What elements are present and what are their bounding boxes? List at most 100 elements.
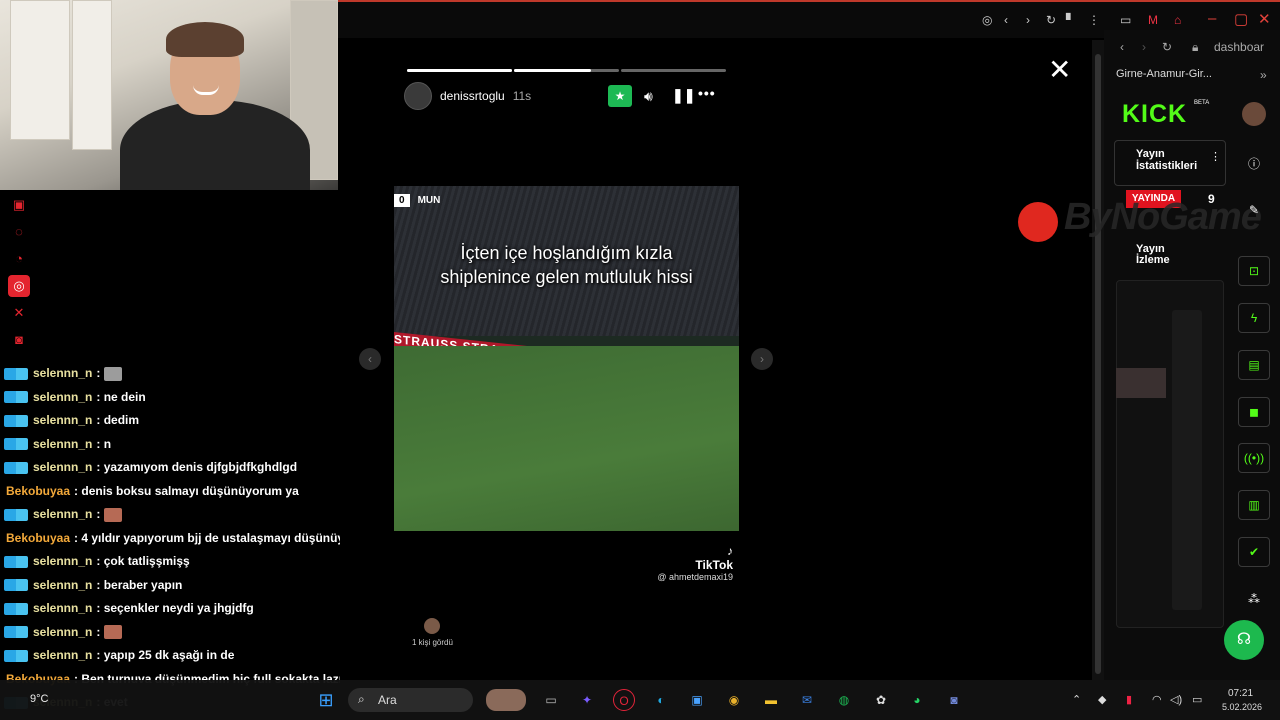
twitch-icon[interactable]: ▣ <box>8 194 30 216</box>
chevron-up-icon[interactable]: ⌃ <box>1072 693 1081 706</box>
chat-message: selennn_n: <box>0 503 340 527</box>
chat-username[interactable]: selennn_n <box>33 386 92 409</box>
mail-icon[interactable]: ✉ <box>796 689 818 711</box>
kick-beta: BETA <box>1194 100 1210 106</box>
back-icon[interactable]: ‹ <box>1120 40 1124 54</box>
subscriber-badge-icon <box>4 367 28 380</box>
info-icon[interactable]: ⓘ <box>1244 150 1264 180</box>
battery-icon[interactable]: ▭ <box>1192 693 1202 706</box>
chat-username[interactable]: selennn_n <box>33 621 92 644</box>
score-value: 0 <box>394 194 410 207</box>
story-prev-button[interactable]: ‹ <box>359 348 381 370</box>
story-next-button[interactable]: › <box>751 348 773 370</box>
edge-icon[interactable]: ◐ <box>650 689 672 711</box>
search-icon: ⌕ <box>358 692 365 706</box>
lightning-icon[interactable]: ϟ <box>1238 303 1270 333</box>
minimize-icon[interactable]: – <box>1208 10 1216 27</box>
chrome-icon[interactable]: ◉ <box>723 689 745 711</box>
pin-icon[interactable]: ▘ <box>1066 13 1075 27</box>
star-icon[interactable]: ★ <box>608 85 632 107</box>
seen-by[interactable]: 1 kişi gördü <box>412 618 453 647</box>
clock-date[interactable]: 5.02.2026 <box>1222 702 1262 712</box>
close-icon[interactable]: ✕ <box>1048 56 1071 84</box>
chat-username[interactable]: Bekobuyaa <box>6 527 70 550</box>
screenshot-icon[interactable]: ⊡ <box>1238 256 1270 286</box>
pause-icon[interactable]: ❚❚ <box>672 87 695 104</box>
spotify-icon[interactable]: ◍ <box>833 689 855 711</box>
volume-icon[interactable]: ◁) <box>1170 693 1182 706</box>
reload-icon[interactable]: ↻ <box>1162 40 1172 54</box>
messenger-icon[interactable]: ◌ <box>8 221 30 243</box>
discord-icon[interactable]: ◙ <box>943 689 965 711</box>
chatgpt-icon[interactable]: ✿ <box>870 689 892 711</box>
whatsapp-icon[interactable]: ◕ <box>906 689 928 711</box>
task-view-icon[interactable]: ▭ <box>540 689 562 711</box>
wifi-icon[interactable]: ◠ <box>1152 693 1162 706</box>
avatar[interactable] <box>1242 102 1266 126</box>
more-options-icon[interactable]: ••• <box>698 85 716 101</box>
stream-thumbnail[interactable] <box>1116 368 1166 398</box>
volume-icon[interactable]: 🔊︎ <box>644 88 653 105</box>
store-icon[interactable]: ▣ <box>686 689 708 711</box>
weather[interactable]: 9°C <box>30 693 48 705</box>
overflow-icon[interactable]: » <box>1260 68 1267 82</box>
subscriber-badge-icon <box>4 626 28 639</box>
whatsapp-icon[interactable]: ◔ <box>8 248 30 270</box>
vpn-icon[interactable]: ⌂ <box>1174 13 1181 27</box>
clock-time[interactable]: 07:21 <box>1228 688 1253 699</box>
chat-username[interactable]: Bekobuyaa <box>6 480 70 503</box>
instagram-icon[interactable]: ◎ <box>8 275 30 297</box>
file-explorer-icon[interactable]: ▬ <box>760 689 782 711</box>
url-bar[interactable]: dashboar <box>1214 40 1264 54</box>
wrench-icon[interactable]: ✔ <box>1238 537 1270 567</box>
broadcast-icon[interactable]: ((•)) <box>1238 443 1270 473</box>
avatar[interactable] <box>404 82 432 110</box>
chat-username[interactable]: selennn_n <box>33 409 92 432</box>
x-icon[interactable]: ✕ <box>8 302 30 324</box>
chat-text: : beraber yapın <box>96 577 183 592</box>
emote-icon <box>104 625 123 640</box>
chat-icon[interactable]: ◼ <box>1238 397 1270 427</box>
chat-username[interactable]: selennn_n <box>33 433 92 456</box>
copilot-icon[interactable]: ✦ <box>576 689 598 711</box>
chat-message: selennn_n: <box>0 362 340 386</box>
chat-username[interactable]: selennn_n <box>33 456 92 479</box>
notes-icon[interactable]: ▤ <box>1238 350 1270 380</box>
chat-text: : çok tatlişşmişş <box>96 554 190 569</box>
tab-title[interactable]: Girne-Anamur-Gir... <box>1116 68 1212 80</box>
social-links: ▣ ◌ ◔ ◎ ✕ ◙ <box>8 190 34 356</box>
scrollbar[interactable] <box>1092 40 1104 680</box>
chat-username[interactable]: selennn_n <box>33 362 92 385</box>
menu-icon[interactable]: ⋮ <box>1088 13 1100 27</box>
story-username[interactable]: denissrtoglu <box>440 89 505 103</box>
stats-more-icon[interactable]: ⋮ <box>1210 150 1221 163</box>
forward-icon[interactable]: › <box>1026 13 1030 27</box>
chat-username[interactable]: selennn_n <box>33 503 92 526</box>
screen-icon[interactable]: ▭ <box>1120 13 1131 27</box>
widget-icon[interactable] <box>486 689 526 711</box>
chat-username[interactable]: selennn_n <box>33 550 92 573</box>
emote-icon <box>104 507 123 522</box>
gmail-icon[interactable]: M <box>1148 13 1158 27</box>
layout-icon[interactable]: ▥ <box>1238 490 1270 520</box>
tray-app-icon[interactable]: ◆ <box>1098 693 1106 706</box>
chat-text: : <box>96 366 101 381</box>
extension-icon[interactable]: ◎ <box>982 13 992 27</box>
tiktok-logo: TikTok <box>695 558 733 572</box>
taskbar-search[interactable]: ⌕ Ara <box>348 688 473 712</box>
chat-username[interactable]: selennn_n <box>33 574 92 597</box>
opera-icon[interactable]: O <box>613 689 635 711</box>
reload-icon[interactable]: ↻ <box>1046 13 1056 27</box>
story-header: denissrtoglu 11s ★ 🔊︎ ❚❚ ••• <box>404 82 729 110</box>
forward-icon[interactable]: › <box>1142 40 1146 54</box>
window-close-icon[interactable]: ✕ <box>1258 10 1271 28</box>
support-button[interactable]: ☊ <box>1224 620 1264 660</box>
chat-username[interactable]: selennn_n <box>33 597 92 620</box>
chat-username[interactable]: selennn_n <box>33 644 92 667</box>
mic-icon[interactable]: ▮ <box>1126 693 1132 706</box>
back-icon[interactable]: ‹ <box>1004 13 1008 27</box>
maximize-icon[interactable]: ▢ <box>1234 10 1248 28</box>
edit-icon[interactable]: ✎ <box>1244 196 1264 226</box>
windows-start-icon[interactable]: ⊞ <box>315 689 337 711</box>
apps-icon[interactable]: ⁂ <box>1238 585 1270 615</box>
